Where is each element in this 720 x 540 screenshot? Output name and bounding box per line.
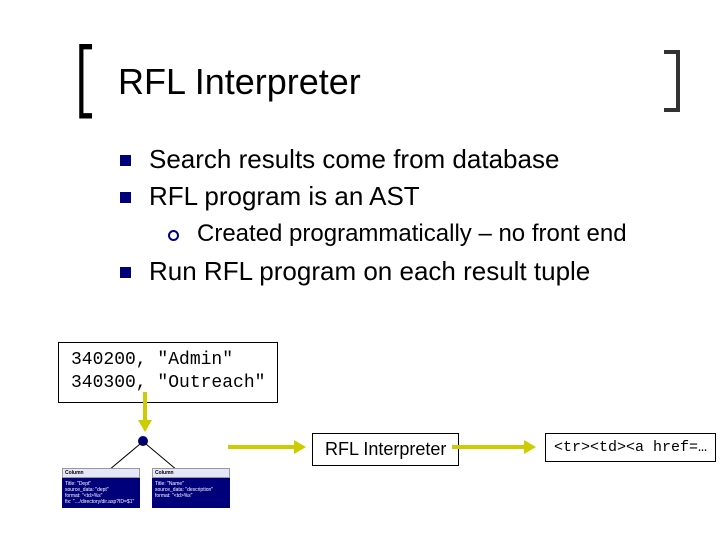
node-body: Title: "Name" source_data: "description"… <box>152 478 230 508</box>
sub-bullet-item: Created programmatically – no front end <box>168 220 660 248</box>
slide-title: RFL Interpreter <box>118 61 361 103</box>
tuple-row: 340300, "Outreach" <box>71 372 265 395</box>
node-body: Title: "Dept" source_data: "dept" format… <box>62 478 140 508</box>
title-row: [ RFL Interpreter <box>60 50 660 114</box>
tree-node: Column Title: "Name" source_data: "descr… <box>152 468 230 508</box>
tree-node: Column Title: "Dept" source_data: "dept"… <box>62 468 140 508</box>
interpreter-label: RFL Interpreter <box>325 439 446 459</box>
bullet-text: Search results come from database <box>149 144 559 175</box>
bullet-item: Search results come from database <box>120 144 660 175</box>
square-bullet-icon <box>120 267 131 278</box>
arrow-right-icon <box>228 443 306 451</box>
tuple-row: 340200, "Admin" <box>71 349 265 372</box>
interpreter-box: RFL Interpreter <box>312 433 459 466</box>
output-code: <tr><td><a href=… <box>554 439 707 456</box>
tuple-data-box: 340200, "Admin" 340300, "Outreach" <box>58 342 278 403</box>
slide: [ RFL Interpreter Search results come fr… <box>0 0 720 540</box>
arrow-right-icon <box>452 443 536 451</box>
square-bullet-icon <box>120 155 131 166</box>
bullet-text: RFL program is an AST <box>149 181 420 212</box>
output-code-box: <tr><td><a href=… <box>545 433 716 462</box>
arrow-down-icon <box>140 392 150 434</box>
bullet-item: Run RFL program on each result tuple <box>120 256 660 287</box>
right-bracket-icon <box>664 50 680 112</box>
bullet-text: Created programmatically – no front end <box>197 220 627 248</box>
square-bullet-icon <box>120 192 131 203</box>
node-header: Column <box>62 468 140 478</box>
circle-bullet-icon <box>168 230 179 241</box>
bullet-item: RFL program is an AST <box>120 181 660 212</box>
left-bracket-icon: [ <box>70 50 99 114</box>
ast-diagram: Column Title: "Dept" source_data: "dept"… <box>56 436 232 532</box>
bullet-text: Run RFL program on each result tuple <box>149 256 590 287</box>
bullet-list: Search results come from database RFL pr… <box>120 144 660 287</box>
node-header: Column <box>152 468 230 478</box>
